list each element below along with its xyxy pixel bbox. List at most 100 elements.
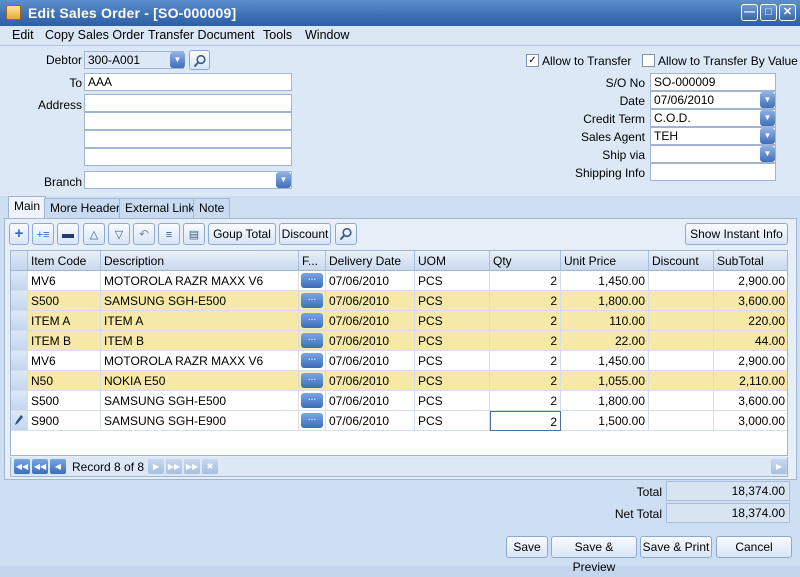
address-line-1[interactable]	[84, 94, 292, 112]
cell-delivery-date[interactable]: 07/06/2010	[326, 371, 415, 391]
search-icon[interactable]	[335, 223, 357, 245]
cell-discount[interactable]	[649, 391, 714, 411]
columns-icon[interactable]: ▤	[183, 223, 205, 245]
ellipsis-button[interactable]: ...	[301, 373, 323, 388]
col-description[interactable]: Description	[101, 251, 299, 271]
debtor-field[interactable]: 300-A001	[84, 51, 184, 69]
row-selector[interactable]	[11, 371, 28, 391]
to-field[interactable]: AAA	[84, 73, 292, 91]
cell-delivery-date[interactable]: 07/06/2010	[326, 391, 415, 411]
cell-unit-price[interactable]: 22.00	[561, 331, 649, 351]
cell-uom[interactable]: PCS	[415, 291, 490, 311]
cell-item-code[interactable]: MV6	[28, 271, 101, 291]
cell-description[interactable]: SAMSUNG SGH-E500	[101, 391, 299, 411]
ship-via-field[interactable]	[650, 145, 776, 163]
cell-qty[interactable]: 2	[490, 311, 561, 331]
menu-edit[interactable]: Edit	[12, 28, 34, 42]
cell-qty[interactable]: 2	[490, 351, 561, 371]
ellipsis-button[interactable]: ...	[301, 273, 323, 288]
cell-item-code[interactable]: MV6	[28, 351, 101, 371]
cell-delivery-date[interactable]: 07/06/2010	[326, 331, 415, 351]
tab-more-header[interactable]: More Header	[44, 198, 127, 218]
col-delivery-date[interactable]: Delivery Date	[326, 251, 415, 271]
ellipsis-button[interactable]: ...	[301, 313, 323, 328]
allow-transfer-by-value-checkbox[interactable]	[642, 54, 655, 67]
cancel-button[interactable]: Cancel	[716, 536, 792, 558]
ellipsis-button[interactable]: ...	[301, 293, 323, 308]
next-record-icon[interactable]: ▶	[148, 459, 164, 474]
cell-discount[interactable]	[649, 351, 714, 371]
cell-description[interactable]: SAMSUNG SGH-E900	[101, 411, 299, 431]
col-unit-price[interactable]: Unit Price	[561, 251, 649, 271]
date-dropdown-icon[interactable]: ▼	[760, 92, 775, 108]
table-row[interactable]: S500 SAMSUNG SGH-E500 ... 07/06/2010 PCS…	[11, 291, 787, 311]
date-field[interactable]: 07/06/2010	[650, 91, 776, 109]
scroll-right-icon[interactable]: ▶	[771, 459, 787, 474]
close-button[interactable]: ✕	[779, 4, 796, 21]
cell-delivery-date[interactable]: 07/06/2010	[326, 271, 415, 291]
sales-agent-field[interactable]: TEH	[650, 127, 776, 145]
group-total-button[interactable]: Goup Total	[208, 223, 276, 245]
maximize-button[interactable]: □	[760, 4, 777, 21]
menu-transfer-document[interactable]: Transfer Document	[148, 28, 255, 42]
add-row-icon[interactable]: +	[9, 223, 29, 245]
first-record-icon[interactable]: ◀◀	[14, 459, 30, 474]
save-button[interactable]: Save	[506, 536, 548, 558]
cancel-edit-icon[interactable]: ✖	[202, 459, 218, 474]
cell-item-code[interactable]: S500	[28, 291, 101, 311]
move-up-icon[interactable]: △	[83, 223, 105, 245]
cell-uom[interactable]: PCS	[415, 331, 490, 351]
cell-qty[interactable]: 2	[490, 291, 561, 311]
cell-item-code[interactable]: S900	[28, 411, 101, 431]
list-icon[interactable]: ≡	[158, 223, 180, 245]
ellipsis-button[interactable]: ...	[301, 393, 323, 408]
save-preview-button[interactable]: Save & Preview	[551, 536, 637, 574]
cell-unit-price[interactable]: 1,500.00	[561, 411, 649, 431]
last-record-icon[interactable]: ▶▶	[184, 459, 200, 474]
insert-row-icon[interactable]: +≡	[32, 223, 54, 245]
cell-unit-price[interactable]: 1,800.00	[561, 391, 649, 411]
show-instant-info-button[interactable]: Show Instant Info	[685, 223, 788, 245]
ellipsis-button[interactable]: ...	[301, 413, 323, 428]
row-selector[interactable]	[11, 391, 28, 411]
cell-item-code[interactable]: N50	[28, 371, 101, 391]
next-page-icon[interactable]: ▶▶	[166, 459, 182, 474]
row-selector[interactable]	[11, 331, 28, 351]
address-line-3[interactable]	[84, 130, 292, 148]
col-qty[interactable]: Qty	[490, 251, 561, 271]
cell-unit-price[interactable]: 110.00	[561, 311, 649, 331]
cell-unit-price[interactable]: 1,450.00	[561, 271, 649, 291]
row-selector[interactable]	[11, 411, 28, 431]
menu-window[interactable]: Window	[305, 28, 349, 42]
cell-uom[interactable]: PCS	[415, 271, 490, 291]
cell-discount[interactable]	[649, 271, 714, 291]
cell-item-code[interactable]: S500	[28, 391, 101, 411]
cell-unit-price[interactable]: 1,450.00	[561, 351, 649, 371]
address-line-2[interactable]	[84, 112, 292, 130]
cell-discount[interactable]	[649, 291, 714, 311]
cell-qty[interactable]: 2	[490, 331, 561, 351]
cell-uom[interactable]: PCS	[415, 391, 490, 411]
delete-row-icon[interactable]	[57, 223, 79, 245]
cell-discount[interactable]	[649, 411, 714, 431]
cell-unit-price[interactable]: 1,800.00	[561, 291, 649, 311]
table-row[interactable]: N50 NOKIA E50 ... 07/06/2010 PCS 2 1,055…	[11, 371, 787, 391]
tab-external-link[interactable]: External Link	[119, 198, 201, 218]
cell-qty[interactable]: 2	[490, 391, 561, 411]
col-discount[interactable]: Discount	[649, 251, 714, 271]
cell-uom[interactable]: PCS	[415, 411, 490, 431]
cell-delivery-date[interactable]: 07/06/2010	[326, 311, 415, 331]
cell-item-code[interactable]: ITEM B	[28, 331, 101, 351]
cell-delivery-date[interactable]: 07/06/2010	[326, 351, 415, 371]
table-row-current[interactable]: S900 SAMSUNG SGH-E900 ... 07/06/2010 PCS…	[11, 411, 787, 431]
credit-term-field[interactable]: C.O.D.	[650, 109, 776, 127]
sales-agent-dropdown-icon[interactable]: ▼	[760, 128, 775, 144]
cell-uom[interactable]: PCS	[415, 311, 490, 331]
row-selector[interactable]	[11, 291, 28, 311]
col-f[interactable]: F...	[299, 251, 326, 271]
cell-description[interactable]: ITEM A	[101, 311, 299, 331]
table-row[interactable]: S500 SAMSUNG SGH-E500 ... 07/06/2010 PCS…	[11, 391, 787, 411]
minimize-button[interactable]: —	[741, 4, 758, 21]
ship-via-dropdown-icon[interactable]: ▼	[760, 146, 775, 162]
undo-icon[interactable]: ↶	[133, 223, 155, 245]
